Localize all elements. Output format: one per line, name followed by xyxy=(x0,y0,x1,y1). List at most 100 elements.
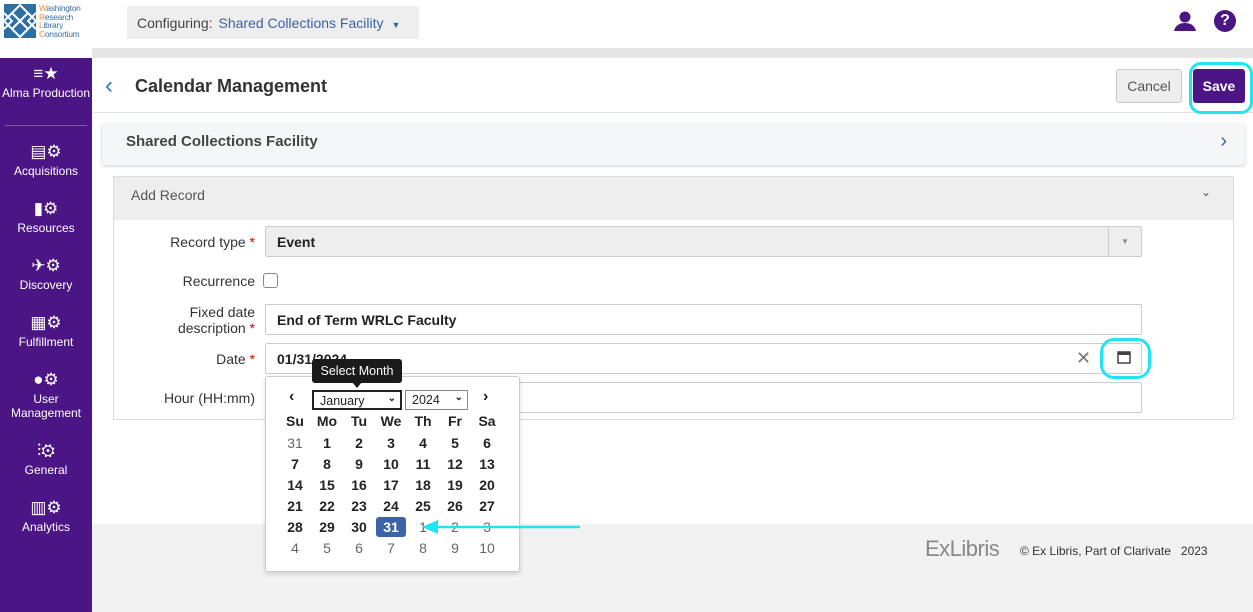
day-cell[interactable]: 17 xyxy=(376,475,406,495)
day-cell[interactable]: 18 xyxy=(408,475,438,495)
annotation-arrow xyxy=(422,520,580,534)
sidebar-item-discovery[interactable]: ✈⚙ Discovery xyxy=(0,256,92,292)
header-divider xyxy=(92,48,1253,58)
help-icon[interactable]: ? xyxy=(1214,10,1236,32)
day-cell[interactable]: 4 xyxy=(280,538,310,558)
analytics-icon: ▥⚙ xyxy=(30,498,62,517)
day-cell[interactable]: 19 xyxy=(440,475,470,495)
day-cell[interactable]: 9 xyxy=(344,454,374,474)
fixed-date-description-label: Fixed date description * xyxy=(177,304,255,336)
user-icon[interactable] xyxy=(1173,10,1197,37)
hour-label: Hour (HH:mm) xyxy=(164,390,255,406)
record-type-select[interactable]: Event ▼ xyxy=(265,226,1142,257)
configuring-label: Configuring: xyxy=(137,15,213,31)
chevron-right-icon[interactable]: › xyxy=(1220,130,1227,153)
weekday-header: Fr xyxy=(448,413,462,429)
copyright-text: © Ex Libris, Part of Clarivate 2023 xyxy=(1020,544,1208,558)
fulfillment-icon: ▦⚙ xyxy=(30,313,62,332)
chevron-down-icon: ⌄ xyxy=(387,393,396,404)
day-cell[interactable]: 7 xyxy=(376,538,406,558)
day-cell[interactable]: 10 xyxy=(472,538,502,558)
logo-text: Washington Research Library Consortium xyxy=(39,3,81,39)
day-cell[interactable]: 2 xyxy=(344,433,374,453)
shared-collections-panel[interactable]: Shared Collections Facility › xyxy=(102,123,1245,165)
day-cell[interactable]: 6 xyxy=(344,538,374,558)
clear-icon[interactable]: ✕ xyxy=(1076,348,1091,369)
highlight-ring-save xyxy=(1189,62,1253,114)
acquisitions-icon: ▤⚙ xyxy=(30,142,62,161)
day-cell[interactable]: 30 xyxy=(344,517,374,537)
title-divider xyxy=(92,112,1253,113)
caret-down-icon: ▼ xyxy=(1108,227,1141,256)
page-title: Calendar Management xyxy=(135,76,328,96)
day-cell[interactable]: 24 xyxy=(376,496,406,516)
add-record-header[interactable]: Add Record ⌄ xyxy=(114,177,1233,220)
day-cell[interactable]: 3 xyxy=(376,433,406,453)
cancel-button[interactable]: Cancel xyxy=(1116,69,1182,103)
year-select[interactable]: 2024 ⌄ xyxy=(405,390,468,410)
day-cell[interactable]: 25 xyxy=(408,496,438,516)
sidebar-item-alma-production[interactable]: ≡★ Alma Production xyxy=(0,64,92,100)
day-cell[interactable]: 5 xyxy=(312,538,342,558)
day-cell[interactable]: 9 xyxy=(440,538,470,558)
day-cell[interactable]: 11 xyxy=(408,454,438,474)
record-type-label: Record type * xyxy=(170,234,255,250)
day-cell[interactable]: 29 xyxy=(312,517,342,537)
weekday-header: Mo xyxy=(316,413,338,429)
sidebar-item-analytics[interactable]: ▥⚙ Analytics xyxy=(0,498,92,534)
day-cell[interactable]: 13 xyxy=(472,454,502,474)
sliders-icon: ⫶⚙ xyxy=(36,441,55,460)
panel-title: Shared Collections Facility xyxy=(126,133,318,150)
exlibris-logo: ExLibris xyxy=(925,536,1000,561)
day-cell[interactable]: 31 xyxy=(280,433,310,453)
weekday-header: Sa xyxy=(478,413,496,429)
month-select[interactable]: January ⌄ xyxy=(312,390,402,410)
day-cell[interactable]: 7 xyxy=(280,454,310,474)
day-cell[interactable]: 28 xyxy=(280,517,310,537)
sidebar-item-fulfillment[interactable]: ▦⚙ Fulfillment xyxy=(0,313,92,349)
day-cell[interactable]: 20 xyxy=(472,475,502,495)
wrlc-logo[interactable]: Washington Research Library Consortium xyxy=(2,3,90,40)
day-cell[interactable]: 12 xyxy=(440,454,470,474)
sidebar-item-user-management[interactable]: ●⚙ User Management xyxy=(0,370,92,420)
resources-icon: ▮⚙ xyxy=(33,199,59,218)
day-cell[interactable]: 15 xyxy=(312,475,342,495)
recurrence-label: Recurrence xyxy=(182,273,255,289)
sidebar-item-acquisitions[interactable]: ▤⚙ Acquisitions xyxy=(0,142,92,178)
configuring-selector[interactable]: Configuring: Shared Collections Facility ▼ xyxy=(127,6,419,39)
day-cell[interactable]: 14 xyxy=(280,475,310,495)
chevron-down-icon: ⌄ xyxy=(454,392,463,403)
day-cell[interactable]: 16 xyxy=(344,475,374,495)
section-title: Add Record xyxy=(131,187,205,203)
sidebar: ≡★ Alma Production ▤⚙ Acquisitions ▮⚙ Resou… xyxy=(0,58,92,612)
day-cell[interactable]: 21 xyxy=(280,496,310,516)
weekday-header: Tu xyxy=(350,413,368,429)
day-cell[interactable]: 6 xyxy=(472,433,502,453)
day-cell[interactable]: 1 xyxy=(312,433,342,453)
fixed-date-description-input[interactable]: End of Term WRLC Faculty xyxy=(265,304,1142,335)
sidebar-item-resources[interactable]: ▮⚙ Resources xyxy=(0,199,92,235)
day-cell[interactable]: 10 xyxy=(376,454,406,474)
day-cell[interactable]: 26 xyxy=(440,496,470,516)
day-cell[interactable]: 27 xyxy=(472,496,502,516)
prev-month-icon[interactable]: ‹ xyxy=(289,388,294,406)
sidebar-item-general[interactable]: ⫶⚙ General xyxy=(0,441,92,477)
day-cell[interactable]: 22 xyxy=(312,496,342,516)
day-cell[interactable]: 4 xyxy=(408,433,438,453)
highlight-ring-calendar xyxy=(1100,338,1151,379)
next-month-icon[interactable]: › xyxy=(483,388,488,406)
weekday-header: Th xyxy=(414,413,432,429)
tooltip-arrow xyxy=(352,382,362,388)
back-chevron-icon[interactable]: ‹ xyxy=(105,72,113,100)
day-cell[interactable]: 8 xyxy=(312,454,342,474)
day-selected[interactable]: 31 xyxy=(376,517,406,537)
day-cell[interactable]: 5 xyxy=(440,433,470,453)
recurrence-checkbox[interactable] xyxy=(263,273,278,288)
weekday-header: We xyxy=(380,413,402,429)
list-star-icon: ≡★ xyxy=(33,64,59,83)
day-cell[interactable]: 8 xyxy=(408,538,438,558)
user-gear-icon: ●⚙ xyxy=(33,370,59,389)
chevron-down-icon[interactable]: ⌄ xyxy=(1201,185,1211,199)
day-cell[interactable]: 23 xyxy=(344,496,374,516)
configuring-value: Shared Collections Facility xyxy=(218,15,384,31)
